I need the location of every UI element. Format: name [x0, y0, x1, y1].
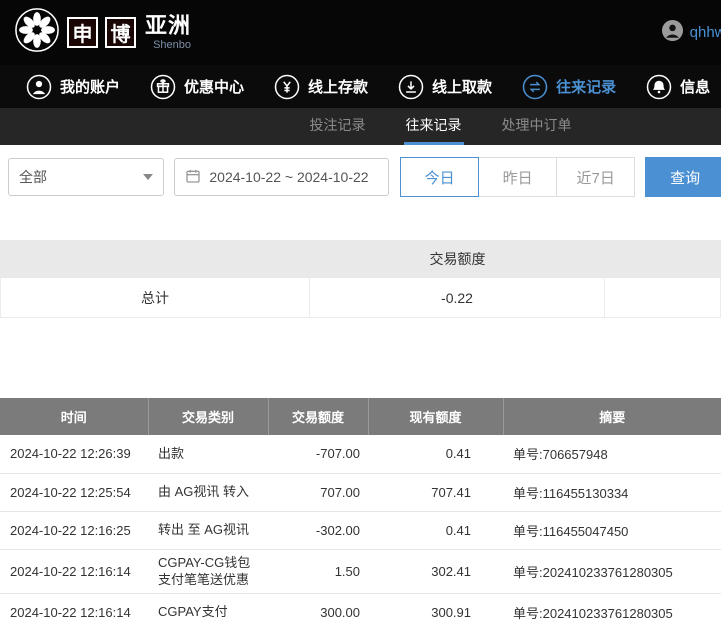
cell-balance: 302.41 [368, 549, 503, 594]
cell-type: 出款 [148, 435, 268, 474]
tab-pending-orders[interactable]: 处理中订单 [500, 108, 574, 145]
type-select[interactable]: 全部 [8, 158, 165, 196]
nav-item-my-account[interactable]: 我的账户 [26, 74, 120, 100]
table-row: 2024-10-22 12:26:39 出款 -707.00 0.41 单号:7… [0, 435, 721, 474]
nav-label: 我的账户 [60, 79, 121, 96]
bell-icon [646, 74, 672, 100]
col-header-time: 时间 [0, 398, 149, 435]
account-icon [26, 74, 52, 100]
transactions-table: 时间 交易类别 交易额度 现有额度 摘要 2024-10-22 12:26:39… [0, 398, 721, 623]
summary-total-value: -0.22 [309, 278, 605, 318]
cell-amount: -707.00 [268, 435, 368, 474]
cell-time: 2024-10-22 12:16:25 [0, 511, 148, 550]
today-button[interactable]: 今日 [400, 157, 480, 197]
nav-label: 线上存款 [308, 79, 369, 96]
nav-label: 往来记录 [556, 79, 617, 96]
tab-transaction-records[interactable]: 往来记录 [403, 108, 464, 145]
cell-balance: 0.41 [368, 511, 503, 550]
cell-balance: 300.91 [368, 593, 503, 623]
cell-balance: 707.41 [368, 473, 503, 512]
cell-type: 转出 至 AG视讯 [148, 511, 268, 550]
date-range-value: 2024-10-22 ~ 2024-10-22 [209, 169, 369, 185]
flower-logo-icon [14, 7, 60, 58]
last7days-button[interactable]: 近7日 [556, 157, 636, 197]
cell-summary: 单号:706657948 [503, 435, 721, 474]
user-avatar-icon [661, 19, 684, 47]
type-select-value: 全部 [19, 169, 47, 185]
tab-bet-records[interactable]: 投注记录 [308, 108, 368, 145]
cell-summary: 单号:116455130334 [503, 473, 721, 512]
summary-row: 总计 -0.22 [0, 278, 721, 318]
col-header-balance: 现有额度 [368, 398, 504, 435]
col-header-amount: 交易额度 [268, 398, 369, 435]
cell-time: 2024-10-22 12:16:14 [0, 549, 148, 594]
cell-summary: 单号:202410233761280305 [503, 593, 721, 623]
nav-label: 线上取款 [432, 79, 493, 96]
logo-subtitle: Shenbo [153, 38, 192, 51]
cell-type: CGPAY支付 [148, 593, 268, 623]
top-header: 申 博 亚洲 Shenbo qhhwz [0, 0, 721, 65]
nav-item-messages[interactable]: 信息 [646, 74, 710, 100]
cell-balance: 0.41 [368, 435, 503, 474]
cell-amount: 1.50 [268, 549, 368, 594]
user-account[interactable]: qhhwz [661, 19, 721, 47]
logo-char-bo: 博 [105, 17, 136, 48]
table-header-row: 时间 交易类别 交易额度 现有额度 摘要 [0, 398, 721, 435]
chevron-down-icon [143, 174, 154, 180]
gift-icon [150, 74, 176, 100]
table-row: 2024-10-22 12:16:14 CGPAY-CG钱包支付笔笔送优惠 1.… [0, 549, 721, 594]
nav-item-withdraw[interactable]: 线上取款 [398, 74, 492, 100]
nav-label: 优惠中心 [184, 79, 245, 96]
table-row: 2024-10-22 12:16:14 CGPAY支付 300.00 300.9… [0, 593, 721, 623]
calendar-icon [185, 168, 201, 187]
date-range-picker[interactable]: 2024-10-22 ~ 2024-10-22 [174, 158, 390, 196]
cell-summary: 单号:202410233761280305 [503, 549, 721, 594]
filter-bar: 全部 2024-10-22 ~ 2024-10-22 今日 昨日 近7日 查询 [0, 145, 721, 209]
sub-nav: 投注记录 往来记录 处理中订单 [0, 108, 721, 145]
quick-date-buttons: 今日 昨日 近7日 [400, 157, 636, 197]
col-header-summary: 摘要 [503, 398, 721, 435]
nav-item-promotions[interactable]: 优惠中心 [150, 74, 244, 100]
cell-type: CGPAY-CG钱包支付笔笔送优惠 [148, 549, 268, 594]
summary-header-label: 交易额度 [429, 251, 486, 267]
col-header-type: 交易类别 [148, 398, 269, 435]
cell-time: 2024-10-22 12:25:54 [0, 473, 148, 512]
table-row: 2024-10-22 12:25:54 由 AG视讯 转入 707.00 707… [0, 473, 721, 512]
username-text: qhhwz [689, 24, 721, 41]
main-nav: 我的账户 优惠中心 线上存款 线上取款 往来记录 信息 [0, 65, 721, 108]
brand-logo[interactable]: 申 博 亚洲 Shenbo [14, 7, 191, 58]
summary-table: 交易额度 总计 -0.22 [0, 240, 721, 318]
logo-region-text: 亚洲 [145, 12, 192, 38]
cell-amount: -302.00 [268, 511, 368, 550]
cell-amount: 300.00 [268, 593, 368, 623]
logo-char-shen: 申 [67, 17, 98, 48]
table-row: 2024-10-22 12:16:25 转出 至 AG视讯 -302.00 0.… [0, 511, 721, 550]
deposit-icon [274, 74, 300, 100]
withdraw-icon [398, 74, 424, 100]
cell-amount: 707.00 [268, 473, 368, 512]
cell-time: 2024-10-22 12:26:39 [0, 435, 148, 474]
nav-item-records[interactable]: 往来记录 [522, 74, 616, 100]
yesterday-button[interactable]: 昨日 [478, 157, 558, 197]
search-button[interactable]: 查询 [645, 157, 721, 197]
summary-header: 交易额度 [0, 240, 721, 278]
records-icon [522, 74, 548, 100]
cell-type: 由 AG视讯 转入 [148, 473, 268, 512]
summary-total-label: 总计 [0, 278, 310, 318]
nav-label: 信息 [680, 79, 711, 96]
summary-empty-cell [604, 278, 721, 318]
cell-time: 2024-10-22 12:16:14 [0, 593, 148, 623]
cell-summary: 单号:116455047450 [503, 511, 721, 550]
nav-item-deposit[interactable]: 线上存款 [274, 74, 368, 100]
